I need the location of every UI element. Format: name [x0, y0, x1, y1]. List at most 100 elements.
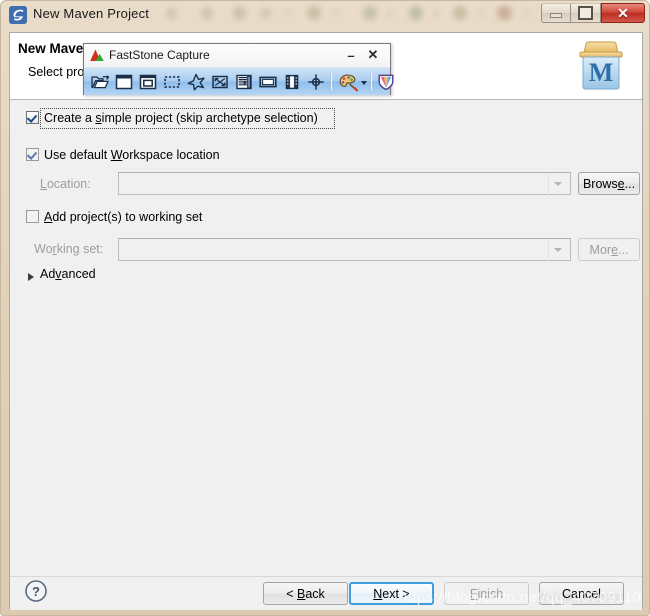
settings-icon[interactable] [376, 72, 396, 92]
next-button[interactable]: Next > [349, 582, 434, 605]
combobox-separator [548, 240, 549, 261]
titlebar-blur-artifact [478, 10, 484, 16]
titlebar-blur-artifact [363, 6, 377, 20]
label-post: ... [624, 176, 636, 191]
back-button-label: < Back [286, 587, 325, 601]
titlebar-blur-artifact [453, 6, 467, 20]
faststone-minimize-button[interactable]: – [343, 47, 359, 63]
faststone-capture-window[interactable]: FastStone Capture – ✕ [83, 43, 394, 95]
browse-button[interactable]: Browse... [578, 172, 640, 195]
chevron-right-icon [28, 273, 34, 281]
color-picker-dropdown-caret-icon[interactable] [361, 81, 367, 85]
close-icon: ✕ [367, 47, 379, 62]
label-pre: < [286, 586, 297, 601]
use-default-workspace-checkbox[interactable] [26, 148, 39, 161]
minimize-button[interactable] [541, 3, 571, 23]
label-mnemonic: L [40, 177, 47, 191]
location-combobox[interactable] [118, 172, 571, 195]
capture-active-window-icon[interactable] [90, 72, 110, 92]
new-maven-project-window: New Maven Project ✕ New Maven Select pro… [0, 0, 650, 616]
page-title: New Maven [18, 41, 92, 56]
label-post: king set: [56, 242, 104, 256]
label-mnemonic: e [611, 242, 619, 257]
cancel-button-label: Cancel [562, 587, 601, 601]
faststone-close-button[interactable]: ✕ [365, 47, 381, 63]
color-picker-icon[interactable] [338, 72, 359, 92]
titlebar-blur-artifact [524, 10, 530, 16]
label-post: ... [618, 242, 629, 257]
titlebar-blur-artifact [201, 7, 213, 20]
faststone-toolbar [84, 67, 394, 95]
finish-button[interactable]: Finish [444, 582, 529, 605]
titlebar-blur-artifact [260, 8, 271, 19]
label-pre: Create a [44, 111, 96, 125]
capture-fixed-region-icon[interactable] [258, 72, 278, 92]
capture-fullscreen-icon[interactable] [210, 72, 230, 92]
screen-recorder-icon[interactable] [282, 72, 302, 92]
capture-freehand-icon[interactable] [162, 72, 182, 92]
restore-icon [578, 6, 593, 20]
label-pre: Mor [589, 242, 612, 257]
label-post: ext > [382, 586, 410, 601]
location-label: Location: [40, 177, 91, 191]
label-pre: Cancel [562, 586, 601, 601]
titlebar-blur-artifact [307, 6, 321, 20]
window-titlebar[interactable]: New Maven Project ✕ [1, 1, 650, 30]
faststone-titlebar[interactable]: FastStone Capture – ✕ [84, 44, 390, 67]
dialog-footer: ? < Back Next > Finish Cancel [10, 576, 642, 610]
titlebar-blur-artifact [333, 10, 339, 16]
label-mnemonic: N [373, 586, 383, 601]
titlebar-blur-artifact [387, 10, 393, 16]
dialog-body: Create a simple project (skip archetype … [10, 100, 642, 575]
chevron-down-icon [554, 182, 562, 186]
svg-text:M: M [589, 58, 614, 87]
combobox-separator [548, 174, 549, 195]
titlebar-blur-artifact [285, 10, 291, 16]
browse-button-label: Browse... [583, 177, 635, 191]
working-set-combobox[interactable] [118, 238, 571, 261]
label-post: inish [477, 586, 504, 601]
label-pre: Wo [34, 242, 53, 256]
label-mnemonic: W [110, 148, 123, 162]
screen-magnifier-icon[interactable] [306, 72, 326, 92]
label-post: ocation: [46, 177, 91, 191]
more-button-label: More... [590, 243, 629, 257]
titlebar-blur-artifact [409, 6, 423, 20]
minimize-icon [550, 13, 562, 18]
capture-window-icon[interactable] [114, 72, 134, 92]
back-button[interactable]: < Back [263, 582, 348, 605]
minimize-icon: – [347, 47, 355, 63]
toolbar-divider [330, 73, 332, 90]
create-simple-project-checkbox[interactable] [26, 111, 39, 124]
titlebar-blur-artifact [497, 6, 512, 20]
use-default-workspace-label: Use default Workspace location [44, 148, 220, 162]
capture-rectangular-icon[interactable] [138, 72, 158, 92]
close-button[interactable]: ✕ [601, 3, 645, 23]
label-post: ack [305, 586, 325, 601]
working-set-label: Working set: [34, 242, 103, 256]
maximize-restore-button[interactable] [571, 3, 601, 23]
close-icon: ✕ [617, 4, 629, 21]
capture-freehand-region-icon[interactable] [186, 72, 206, 92]
advanced-label: Advanced [40, 267, 96, 281]
dialog-client-area: New Maven Select proj M Create a simple … [9, 32, 643, 610]
help-icon[interactable]: ? [24, 579, 48, 603]
label-mnemonic: e [617, 176, 625, 191]
faststone-title: FastStone Capture [109, 48, 210, 62]
finish-button-label: Finish [470, 587, 503, 601]
more-button[interactable]: More... [578, 238, 640, 261]
label-post: imple project (skip archetype selection) [101, 111, 318, 125]
label-post: orkspace location [122, 148, 220, 162]
create-simple-project-label: Create a simple project (skip archetype … [44, 111, 318, 125]
titlebar-blur-artifact [233, 6, 246, 20]
window-title: New Maven Project [33, 6, 150, 21]
add-to-working-set-checkbox[interactable] [26, 210, 39, 223]
capture-scrolling-window-icon[interactable] [234, 72, 254, 92]
add-to-working-set-label: Add project(s) to working set [44, 210, 202, 224]
eclipse-icon [9, 6, 27, 24]
label-pre: Ad [40, 267, 56, 281]
label-post: anced [61, 267, 96, 281]
next-button-label: Next > [373, 587, 409, 601]
cancel-button[interactable]: Cancel [539, 582, 624, 605]
svg-text:?: ? [32, 584, 40, 599]
